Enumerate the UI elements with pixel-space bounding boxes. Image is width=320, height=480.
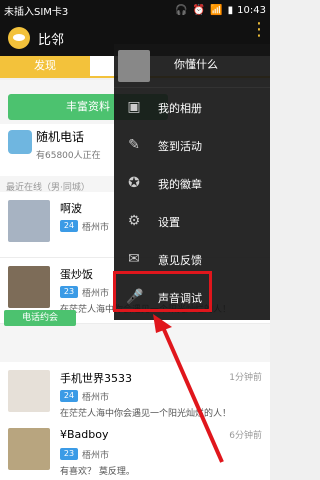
gear-icon: ⚙: [127, 213, 141, 229]
last-seen: 6分钟前: [229, 431, 262, 441]
user-name: 啊波: [60, 202, 82, 215]
tab-discover[interactable]: 发现: [0, 56, 90, 76]
alarm-icon: ⏰: [192, 4, 206, 16]
user-row[interactable]: ¥Badboy 23 梧州市 有喜欢？ 莫反理。 6分钟前: [0, 420, 270, 480]
avatar: [8, 370, 50, 412]
highlight-box: [113, 271, 212, 312]
menu-item-label: 签到活动: [158, 140, 202, 153]
phone-date-button[interactable]: 电话约会: [4, 310, 76, 326]
menu-item-label: 设置: [158, 216, 180, 229]
menu-item-album[interactable]: ▣ 我的相册: [114, 88, 270, 126]
status-time: 10:43: [237, 4, 266, 16]
menu-item-settings[interactable]: ⚙ 设置: [114, 202, 270, 240]
avatar: [118, 50, 150, 82]
whale-icon: [8, 130, 32, 154]
age-badge: 24: [60, 220, 78, 232]
status-bar: 未插入SIM卡3 🎧 ⏰ 📶 ▮ 10:43: [0, 0, 270, 20]
menu-item-label: 我的相册: [158, 102, 202, 115]
last-seen: 1分钟前: [229, 373, 262, 383]
overflow-menu-icon[interactable]: ⋮: [250, 21, 268, 39]
age-badge: 23: [60, 286, 78, 298]
avatar: [8, 266, 50, 308]
menu-item-checkin[interactable]: ✎ 签到活动: [114, 126, 270, 164]
user-name: 手机世界3533: [60, 372, 132, 385]
user-city: 梧州市: [82, 223, 110, 233]
carrier-label: 未插入SIM卡3: [4, 6, 69, 18]
age-badge: 23: [60, 448, 78, 460]
user-bio: 在茫茫人海中你会遇见一个阳光灿烂的人！: [60, 409, 232, 419]
user-name: ¥Badboy: [60, 428, 109, 441]
medal-icon: ✪: [128, 175, 140, 191]
menu-username: 你懂什么: [174, 58, 218, 71]
headphone-icon: 🎧: [175, 4, 188, 16]
menu-item-badges[interactable]: ✪ 我的徽章: [114, 164, 270, 202]
menu-item-label: 我的徽章: [158, 178, 202, 191]
user-city: 梧州市: [82, 451, 110, 461]
avatar: [8, 428, 50, 470]
image-icon: ▣: [127, 99, 141, 115]
mail-icon: ✉: [128, 251, 140, 267]
menu-item-label: 意见反馈: [158, 254, 202, 267]
user-row[interactable]: 手机世界3533 24 梧州市 在茫茫人海中你会遇见一个阳光灿烂的人！ 1分钟前: [0, 362, 270, 428]
app-logo-icon: [8, 27, 30, 49]
avatar: [8, 200, 50, 242]
user-bio: 有喜欢？ 莫反理。: [60, 467, 135, 477]
menu-profile-header[interactable]: 你懂什么: [114, 44, 270, 88]
user-name: 蛋炒饭: [60, 268, 93, 281]
user-city: 梧州市: [82, 393, 110, 403]
wifi-icon: 📶: [210, 4, 223, 16]
random-call-subtitle: 有65800人正在: [36, 151, 101, 161]
status-icons: 🎧 ⏰ 📶 ▮: [175, 5, 233, 16]
pencil-icon: ✎: [128, 137, 140, 153]
app-title: 比邻: [38, 32, 65, 48]
battery-icon: ▮: [227, 4, 234, 16]
age-badge: 24: [60, 390, 78, 402]
random-call-title: 随机电话: [36, 130, 85, 144]
user-city: 梧州市: [82, 289, 110, 299]
